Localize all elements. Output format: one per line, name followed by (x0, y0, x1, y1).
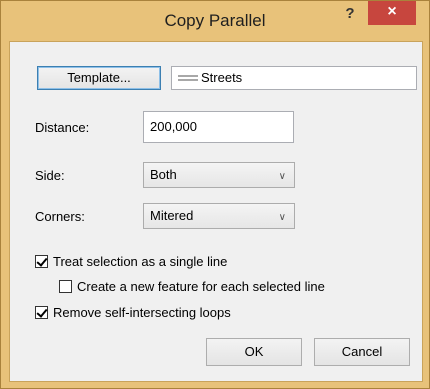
create-new-feature-option[interactable]: Create a new feature for each selected l… (59, 279, 325, 294)
dialog-body: Template... Streets Distance: 200,000 Si… (9, 41, 423, 382)
treat-single-line-label: Treat selection as a single line (53, 254, 228, 269)
corners-select[interactable]: Mitered ∨ (143, 203, 295, 229)
remove-loops-checkbox[interactable] (35, 306, 48, 319)
corners-value: Mitered (150, 208, 194, 223)
distance-value: 200,000 (150, 119, 197, 134)
line-symbol-icon (178, 74, 198, 81)
create-new-feature-label: Create a new feature for each selected l… (77, 279, 325, 294)
remove-loops-option[interactable]: Remove self-intersecting loops (35, 305, 231, 320)
dialog-title: Copy Parallel (164, 11, 266, 30)
cancel-button-label: Cancel (341, 344, 383, 359)
help-icon[interactable]: ? (337, 5, 363, 27)
ok-button-label: OK (244, 344, 264, 359)
chevron-down-icon: ∨ (278, 212, 286, 223)
remove-loops-label: Remove self-intersecting loops (53, 305, 231, 320)
treat-single-line-option[interactable]: Treat selection as a single line (35, 254, 227, 269)
cancel-button[interactable]: Cancel (314, 338, 410, 366)
distance-label: Distance: (35, 120, 90, 135)
corners-label: Corners: (35, 209, 85, 224)
treat-single-line-checkbox[interactable] (35, 255, 48, 268)
template-value: Streets (201, 70, 243, 85)
template-button-label: Template... (67, 70, 131, 85)
chevron-down-icon: ∨ (278, 171, 286, 182)
side-select[interactable]: Both ∨ (143, 162, 295, 188)
template-button[interactable]: Template... (37, 66, 161, 90)
template-field: Streets (171, 66, 417, 90)
distance-input[interactable]: 200,000 (143, 111, 294, 143)
title-bar[interactable]: Copy Parallel ? × (1, 1, 429, 41)
side-value: Both (150, 167, 177, 182)
create-new-feature-checkbox[interactable] (59, 280, 72, 293)
side-label: Side: (35, 168, 65, 183)
ok-button[interactable]: OK (206, 338, 302, 366)
copy-parallel-dialog: Copy Parallel ? × Template... Streets Di… (0, 0, 430, 389)
close-icon[interactable]: × (368, 1, 416, 25)
